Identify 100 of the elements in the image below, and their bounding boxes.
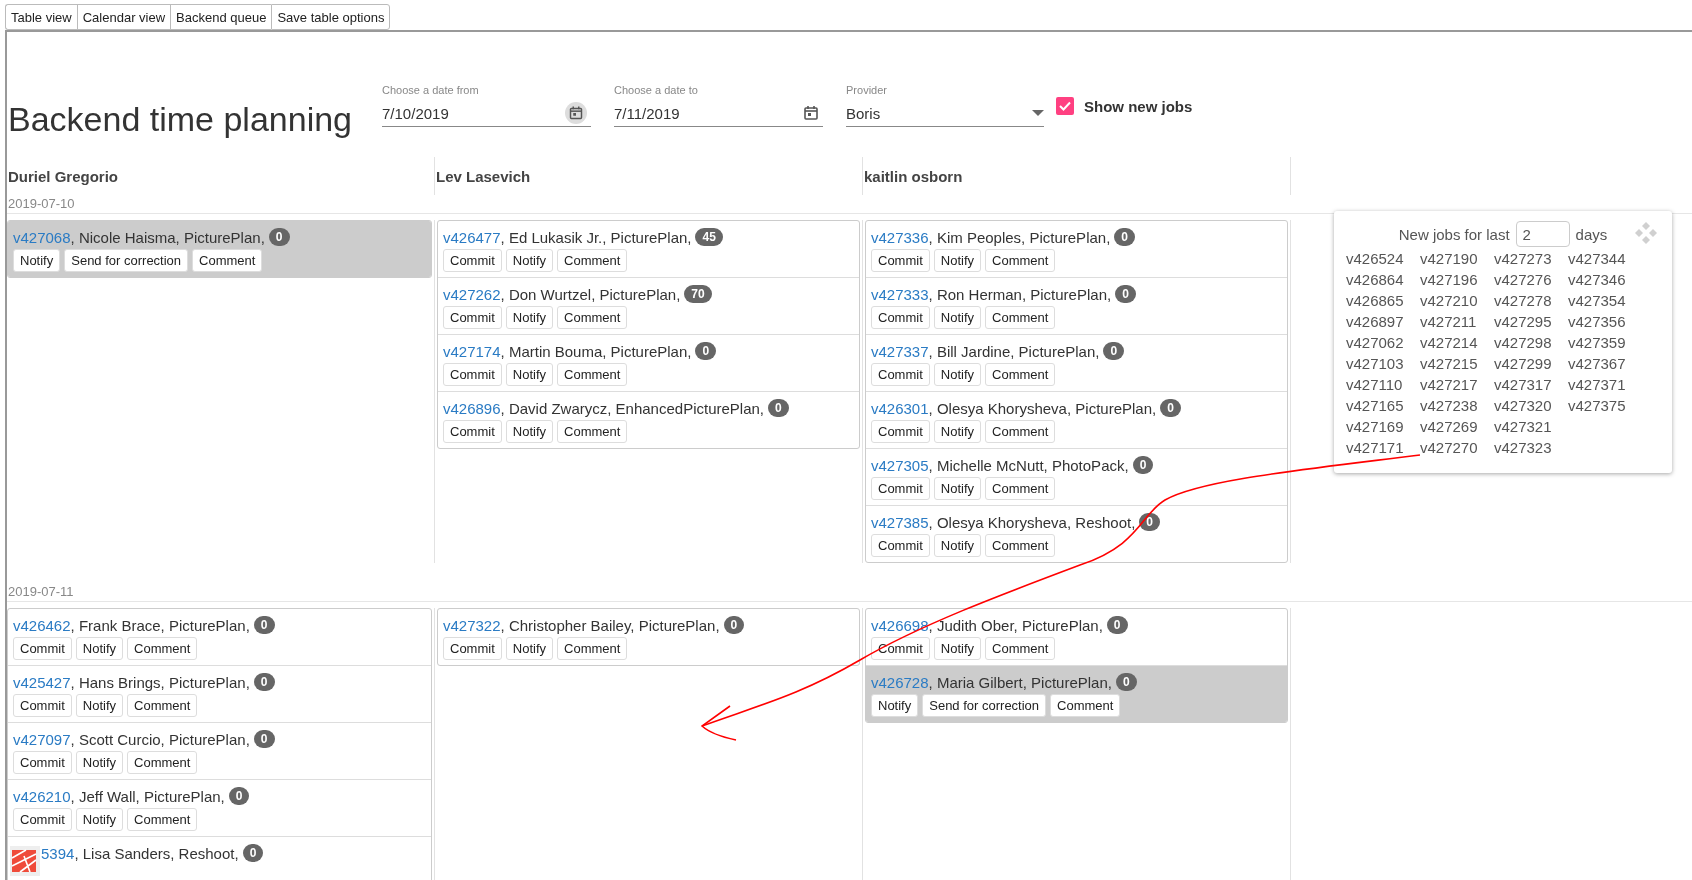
- action-button[interactable]: Send for correction: [64, 249, 189, 272]
- action-button[interactable]: Commit: [871, 420, 930, 443]
- new-job-id[interactable]: v427110: [1346, 376, 1420, 397]
- job-link[interactable]: v426462: [13, 616, 71, 634]
- toolbar-button[interactable]: Calendar view: [76, 4, 171, 30]
- action-button[interactable]: Notify: [933, 637, 981, 660]
- action-button[interactable]: Comment: [557, 249, 628, 272]
- action-button[interactable]: Notify: [505, 420, 553, 443]
- new-job-id[interactable]: v427317: [1494, 376, 1568, 397]
- new-job-id[interactable]: v426524: [1346, 250, 1420, 271]
- new-job-id[interactable]: v427367: [1568, 355, 1642, 376]
- action-button[interactable]: Commit: [871, 363, 930, 386]
- new-job-id[interactable]: v427269: [1420, 418, 1494, 439]
- action-button[interactable]: Comment: [985, 420, 1056, 443]
- action-button[interactable]: Commit: [871, 637, 930, 660]
- new-job-id[interactable]: v427196: [1420, 271, 1494, 292]
- action-button[interactable]: Commit: [871, 306, 930, 329]
- job-link[interactable]: v427262: [443, 285, 501, 303]
- new-job-id[interactable]: v427062: [1346, 334, 1420, 355]
- job-link[interactable]: v426477: [443, 228, 501, 246]
- new-job-id[interactable]: v426864: [1346, 271, 1420, 292]
- new-job-id[interactable]: v427354: [1568, 292, 1642, 313]
- action-button[interactable]: Comment: [192, 249, 263, 272]
- action-button[interactable]: Commit: [13, 694, 72, 717]
- action-button[interactable]: Notify: [933, 306, 981, 329]
- provider-select[interactable]: Provider Boris: [846, 84, 1044, 127]
- action-button[interactable]: Notify: [933, 534, 981, 557]
- new-job-id[interactable]: v427375: [1568, 397, 1642, 418]
- action-button[interactable]: Notify: [505, 363, 553, 386]
- new-job-id[interactable]: v427344: [1568, 250, 1642, 271]
- action-button[interactable]: Notify: [75, 694, 123, 717]
- action-button[interactable]: Comment: [557, 420, 628, 443]
- new-job-id[interactable]: v427210: [1420, 292, 1494, 313]
- new-job-id[interactable]: v427295: [1494, 313, 1568, 334]
- calendar-icon[interactable]: [803, 105, 819, 121]
- new-job-id[interactable]: v427214: [1420, 334, 1494, 355]
- action-button[interactable]: Commit: [871, 249, 930, 272]
- job-link[interactable]: v427305: [871, 456, 929, 474]
- new-job-id[interactable]: v427190: [1420, 250, 1494, 271]
- toolbar-button[interactable]: Backend queue: [170, 4, 272, 30]
- action-button[interactable]: Commit: [443, 420, 502, 443]
- action-button[interactable]: Comment: [557, 363, 628, 386]
- action-button[interactable]: Comment: [985, 534, 1056, 557]
- action-button[interactable]: Notify: [75, 637, 123, 660]
- action-button[interactable]: Notify: [933, 363, 981, 386]
- job-link[interactable]: v426210: [13, 787, 71, 805]
- action-button[interactable]: Commit: [13, 751, 72, 774]
- date-to-field[interactable]: Choose a date to 7/11/2019: [614, 84, 823, 127]
- new-job-id[interactable]: v426865: [1346, 292, 1420, 313]
- action-button[interactable]: Comment: [557, 637, 628, 660]
- job-link[interactable]: v427097: [13, 730, 71, 748]
- action-button[interactable]: Comment: [985, 249, 1056, 272]
- toolbar-button[interactable]: Table view: [5, 4, 77, 30]
- new-job-id[interactable]: v427211: [1420, 313, 1494, 334]
- job-link[interactable]: v427333: [871, 285, 929, 303]
- job-link[interactable]: v427174: [443, 342, 501, 360]
- action-button[interactable]: Notify: [505, 249, 553, 272]
- job-link[interactable]: 5394: [41, 844, 75, 862]
- action-button[interactable]: Notify: [871, 694, 919, 717]
- action-button[interactable]: Comment: [1050, 694, 1121, 717]
- action-button[interactable]: Notify: [505, 637, 553, 660]
- action-button[interactable]: Commit: [13, 808, 72, 831]
- new-job-id[interactable]: v427371: [1568, 376, 1642, 397]
- new-job-id[interactable]: v427346: [1568, 271, 1642, 292]
- job-link[interactable]: v427336: [871, 228, 929, 246]
- action-button[interactable]: Comment: [127, 808, 198, 831]
- show-new-jobs-checkbox[interactable]: [1056, 97, 1074, 115]
- new-job-id[interactable]: v426897: [1346, 313, 1420, 334]
- action-button[interactable]: Commit: [443, 249, 502, 272]
- new-job-id[interactable]: v427273: [1494, 250, 1568, 271]
- new-job-id[interactable]: v427320: [1494, 397, 1568, 418]
- action-button[interactable]: Comment: [985, 363, 1056, 386]
- job-link[interactable]: v426896: [443, 399, 501, 417]
- job-link[interactable]: v427322: [443, 616, 501, 634]
- new-job-id[interactable]: v427165: [1346, 397, 1420, 418]
- new-job-id[interactable]: v427356: [1568, 313, 1642, 334]
- action-button[interactable]: Notify: [933, 477, 981, 500]
- new-job-id[interactable]: v427276: [1494, 271, 1568, 292]
- job-link[interactable]: v427385: [871, 513, 929, 531]
- date-from-field[interactable]: Choose a date from 7/10/2019: [382, 84, 591, 127]
- new-job-id[interactable]: v427278: [1494, 292, 1568, 313]
- action-button[interactable]: Comment: [557, 306, 628, 329]
- job-link[interactable]: v426301: [871, 399, 929, 417]
- action-button[interactable]: Commit: [13, 637, 72, 660]
- action-button[interactable]: Comment: [127, 751, 198, 774]
- action-button[interactable]: Notify: [933, 420, 981, 443]
- action-button[interactable]: Notify: [933, 249, 981, 272]
- job-link[interactable]: v426698: [871, 616, 929, 634]
- action-button[interactable]: Notify: [13, 249, 61, 272]
- new-job-id[interactable]: v427103: [1346, 355, 1420, 376]
- new-job-id[interactable]: v427323: [1494, 439, 1568, 460]
- new-job-id[interactable]: v427321: [1494, 418, 1568, 439]
- new-job-id[interactable]: v427217: [1420, 376, 1494, 397]
- action-button[interactable]: Comment: [985, 637, 1056, 660]
- toolbar-button[interactable]: Save table options: [271, 4, 391, 30]
- action-button[interactable]: Commit: [443, 363, 502, 386]
- new-job-id[interactable]: v427169: [1346, 418, 1420, 439]
- job-link[interactable]: v427337: [871, 342, 929, 360]
- action-button[interactable]: Comment: [985, 306, 1056, 329]
- action-button[interactable]: Commit: [871, 477, 930, 500]
